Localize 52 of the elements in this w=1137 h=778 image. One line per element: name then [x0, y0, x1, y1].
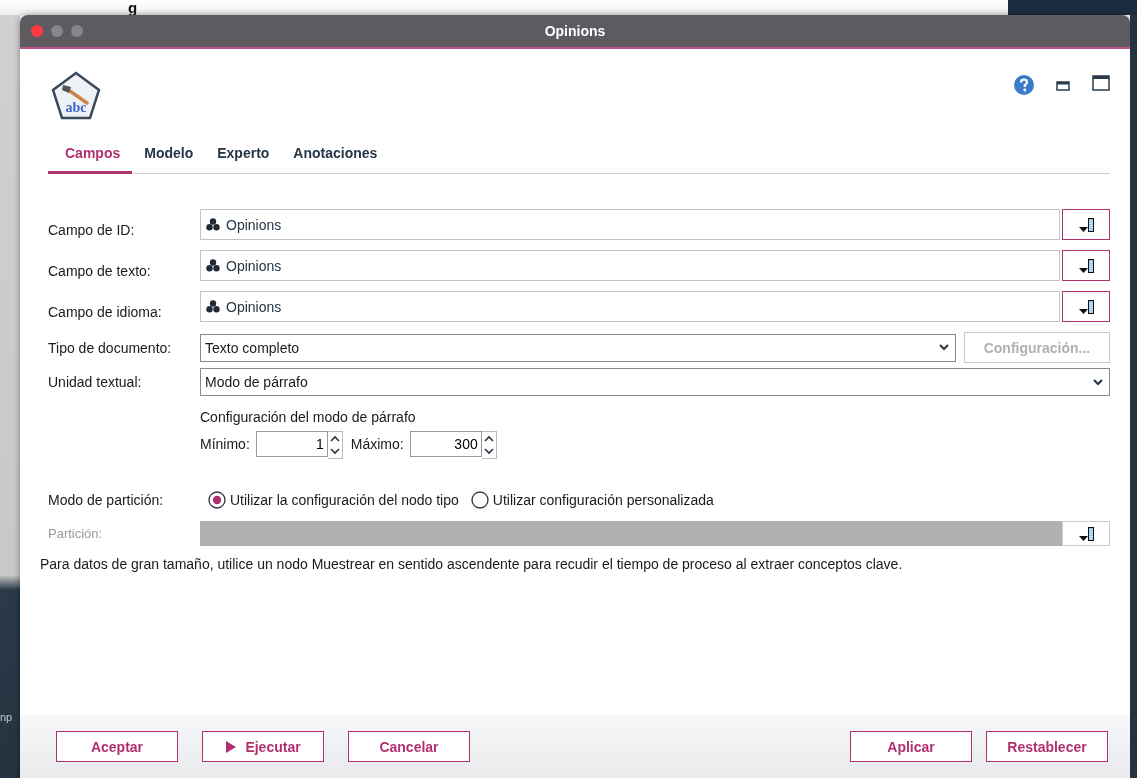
field-label: Campo de texto:	[48, 262, 152, 279]
dropdown[interactable]: Modo de párrafo	[200, 368, 1110, 396]
background-text: np	[0, 710, 14, 724]
field-label: Partición:	[48, 526, 104, 541]
field-chooser-icon	[1076, 215, 1096, 234]
field-label: Unidad textual:	[48, 374, 143, 390]
chevron-down-icon	[1093, 378, 1103, 386]
number-field[interactable]: 1	[255, 431, 328, 457]
spinner-arrows-icon[interactable]	[481, 431, 497, 459]
field-label: Campo de ID:	[48, 221, 136, 238]
field-input[interactable]: Opinions	[200, 250, 1060, 281]
field-label: Tipo de documento:	[48, 339, 173, 356]
tab[interactable]: Experto	[205, 139, 282, 174]
field-chooser-icon	[1076, 524, 1096, 543]
field-set-icon	[206, 259, 220, 272]
field-chooser-icon	[1076, 297, 1096, 316]
dialog-button[interactable]: Restablecer	[986, 731, 1108, 762]
radio-option[interactable]: Utilizar configuración personalizada	[470, 491, 714, 509]
radio-option[interactable]: Utilizar la configuración del nodo tipo	[208, 491, 459, 509]
section-heading: Configuración del modo de párrafo	[200, 409, 417, 425]
dropdown[interactable]: Texto completo	[200, 333, 956, 362]
minimize-icon[interactable]	[1056, 81, 1070, 91]
field-chooser-icon	[1076, 256, 1096, 275]
field-input[interactable]: Opinions	[200, 291, 1060, 322]
field-chooser-button[interactable]	[1062, 209, 1110, 240]
play-icon	[225, 739, 238, 754]
dialog-button[interactable]: Aplicar	[850, 731, 972, 762]
tab[interactable]: Campos	[48, 139, 133, 174]
spinner-arrows-icon[interactable]	[327, 431, 343, 459]
field-input[interactable]: Opinions	[200, 209, 1060, 240]
node-icon	[51, 71, 101, 120]
dialog-button[interactable]: Aceptar	[56, 731, 178, 762]
spinner-label: Mínimo:	[200, 436, 250, 452]
field-input[interactable]	[200, 521, 1062, 546]
field-chooser-button[interactable]	[1062, 291, 1110, 322]
field-set-icon	[206, 218, 220, 231]
field-set-icon	[206, 300, 220, 313]
window-title: Opinions	[544, 23, 606, 39]
field-chooser-button[interactable]	[1062, 250, 1110, 281]
dialog-button[interactable]: Ejecutar	[202, 731, 324, 762]
spinner-label: Máximo:	[350, 436, 404, 452]
logo-text: abc	[65, 100, 87, 115]
info-text: Para datos de gran tamaño, utilice un nodo Muestrear en sentido ascendente para recudir el tiempo de proceso al extraer conceptos clave.	[40, 556, 904, 572]
number-field[interactable]: 300	[409, 431, 482, 457]
help-icon[interactable]	[1014, 75, 1034, 95]
chevron-down-icon	[938, 344, 949, 351]
tab[interactable]: Anotaciones	[281, 139, 390, 174]
field-label: Campo de idioma:	[48, 303, 163, 320]
tab[interactable]: Modelo	[132, 139, 206, 174]
dialog-button[interactable]: Cancelar	[348, 731, 470, 762]
field-label: Modo de partición:	[48, 492, 165, 508]
maximize-icon[interactable]	[1092, 75, 1110, 91]
